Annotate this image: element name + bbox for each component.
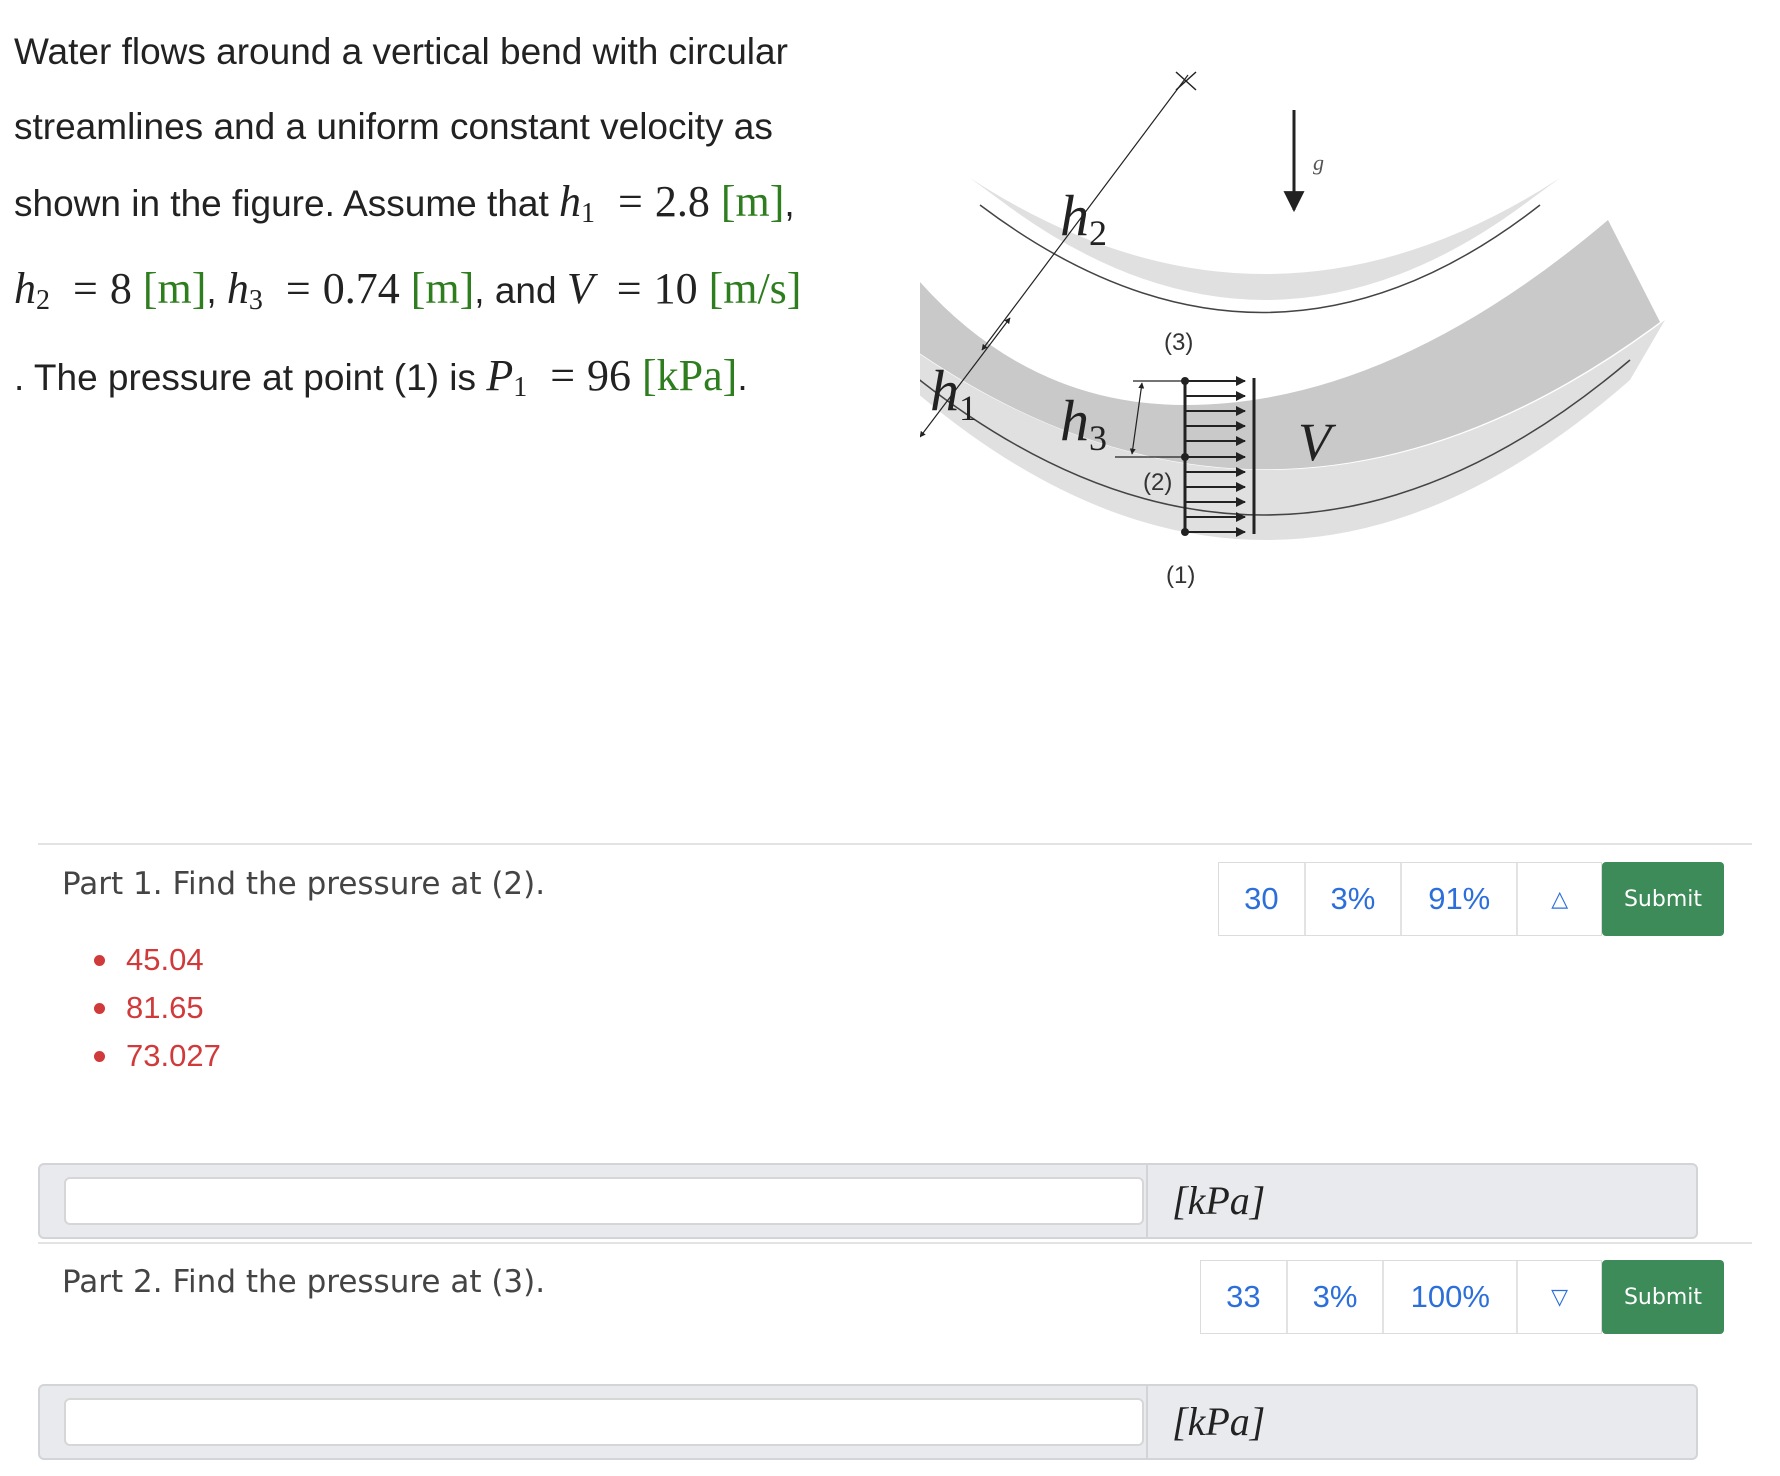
problem-statement: Water flows around a vertical bend with …	[14, 14, 894, 425]
part-1-submit-button[interactable]: Submit	[1602, 862, 1724, 936]
bend-figure: g h2 h1 h3 V (3) (2) (1)	[920, 71, 1665, 589]
part-2-submit-button[interactable]: Submit	[1602, 1260, 1724, 1334]
comma: ,	[206, 270, 217, 311]
part-2-toggle[interactable]: ▽	[1518, 1261, 1601, 1333]
part-2-answer-group: [kPa]	[38, 1384, 1698, 1460]
h2-value: 8	[109, 264, 132, 313]
figure-point-2-label: (2)	[1143, 469, 1172, 496]
previous-answer-item: 73.027	[92, 1032, 221, 1080]
previous-answer-item: 81.65	[92, 984, 221, 1032]
h3-symbol: h	[226, 264, 249, 313]
part-2-attempts-count: 33	[1201, 1261, 1288, 1333]
equals-sign: =	[550, 351, 576, 400]
part-2-title: Part 2. Find the pressure at (3).	[62, 1264, 546, 1300]
figure-point-3-label: (3)	[1164, 329, 1193, 356]
figure-g-label: g	[1313, 150, 1324, 175]
part-1-divider	[38, 843, 1752, 845]
h1-unit: [m]	[720, 177, 785, 226]
previous-answer-value: 81.65	[126, 990, 204, 1025]
p1-symbol: P	[486, 351, 514, 400]
equals-sign: =	[73, 264, 98, 313]
comma: ,	[784, 183, 795, 224]
statement-line-1: Water flows around a vertical bend with …	[14, 31, 788, 72]
part-1-attempts-count: 30	[1219, 863, 1306, 935]
part-2-stat-b: 100%	[1384, 1261, 1519, 1333]
figure-point-1-label: (1)	[1166, 562, 1195, 589]
part-2-stats: 33 3% 100% ▽	[1200, 1260, 1602, 1334]
v-symbol: V	[566, 264, 594, 313]
h3-expression: h3 = 0.74 [m]	[226, 264, 475, 316]
part-1-answer-input[interactable]	[64, 1177, 1144, 1225]
part-1-answer-group: [kPa]	[38, 1163, 1698, 1239]
part-2-answer-input[interactable]	[64, 1398, 1144, 1446]
part-1-unit-label: [kPa]	[1146, 1165, 1696, 1237]
part-2-divider	[38, 1242, 1752, 1244]
and-text: and	[494, 270, 557, 311]
statement-line-3-text: shown in the figure. Assume that	[14, 183, 560, 224]
p1-subscript: 1	[513, 372, 528, 403]
statement-line-2: streamlines and a uniform constant veloc…	[14, 106, 773, 147]
part-1-previous-answers: 45.04 81.65 73.027	[92, 936, 221, 1080]
h1-symbol: h	[559, 177, 582, 226]
part-1-title: Part 1. Find the pressure at (2).	[62, 866, 546, 902]
p1-unit: [kPa]	[642, 351, 738, 400]
part-2-stat-a: 3%	[1288, 1261, 1385, 1333]
h1-expression: h1 = 2.8 [m]	[559, 177, 785, 229]
period: .	[737, 357, 748, 398]
statement-line-3: shown in the figure. Assume that h1 = 2.8…	[14, 164, 894, 251]
inner-wall	[970, 178, 1560, 300]
part-1-toggle[interactable]: △	[1518, 863, 1601, 935]
previous-answer-value: 45.04	[126, 942, 204, 977]
equals-sign: =	[618, 177, 643, 226]
equals-sign: =	[285, 264, 311, 313]
part-1-stats: 30 3% 91% △	[1218, 862, 1602, 936]
part-2-unit-label: [kPa]	[1146, 1386, 1696, 1458]
triangle-up-icon: △	[1551, 886, 1569, 911]
statement-line-5-text: . The pressure at point (1) is	[14, 357, 487, 398]
h1-subscript: 1	[581, 198, 596, 229]
h2-expression: h2 = 8 [m]	[14, 264, 207, 316]
v-value: 10	[653, 264, 698, 313]
h3-subscript: 3	[248, 285, 263, 316]
part-1-stat-b: 91%	[1402, 863, 1519, 935]
previous-answer-item: 45.04	[92, 936, 221, 984]
p1-value: 96	[587, 351, 632, 400]
previous-answer-value: 73.027	[126, 1038, 221, 1073]
statement-line-5: . The pressure at point (1) is P1 = 96 [k…	[14, 338, 894, 425]
v-expression: V = 10 [m/s]	[567, 264, 802, 313]
triangle-down-icon: ▽	[1551, 1284, 1569, 1309]
h2-symbol: h	[14, 264, 36, 313]
p1-expression: P1 = 96 [kPa]	[486, 351, 738, 403]
v-unit: [m/s]	[708, 264, 802, 313]
comma: ,	[474, 270, 485, 311]
page: Water flows around a vertical bend with …	[0, 0, 1780, 1476]
part-1-stat-a: 3%	[1306, 863, 1403, 935]
equals-sign: =	[616, 264, 642, 313]
h2-unit: [m]	[142, 264, 207, 313]
h3-value: 0.74	[322, 264, 400, 313]
statement-line-4: h2 = 8 [m], h3 = 0.74 [m], and V = 10 [m/s]	[14, 251, 894, 338]
h3-unit: [m]	[410, 264, 475, 313]
h2-subscript: 2	[36, 285, 50, 316]
center-cross-icon	[1175, 71, 1197, 91]
h1-value: 2.8	[654, 177, 710, 226]
